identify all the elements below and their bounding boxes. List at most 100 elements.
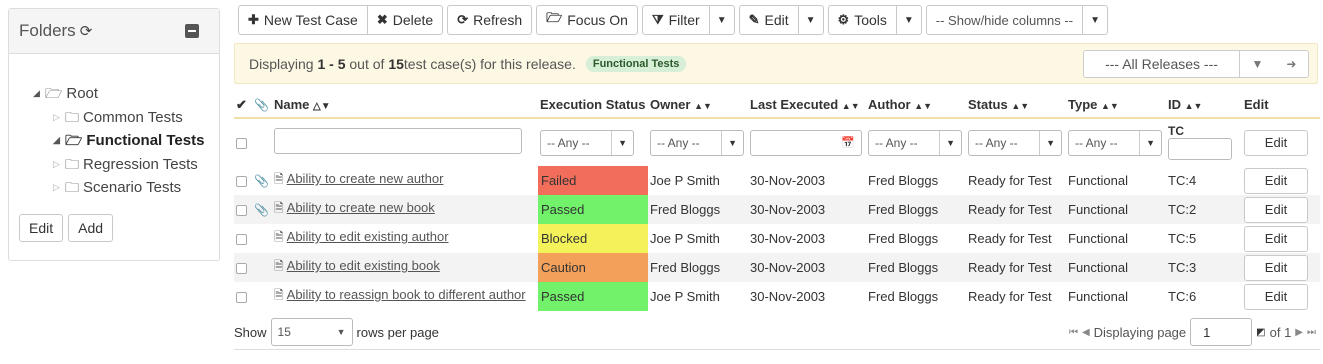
column-header-owner[interactable]: Owner ▲▼ [648, 92, 748, 119]
table-row[interactable]: 📎 🗎 Ability to create new book Passed Fred B… [234, 195, 1320, 224]
attachment-icon[interactable]: 📎 [254, 203, 269, 217]
caret-down-icon[interactable]: ◢ [53, 129, 65, 153]
table-row[interactable]: 🗎 Ability to reassign book to different a… [234, 282, 1320, 311]
row-edit-button[interactable]: Edit [1244, 167, 1308, 194]
execution-status-cell: Blocked [538, 224, 648, 253]
test-case-grid: ✔ 📎 Name △▼ Execution Status Owner ▲▼ La… [234, 92, 1320, 311]
caret-right-icon[interactable]: ▷ [53, 153, 65, 177]
rows-per-page-select[interactable]: 15 ▼ [270, 318, 353, 346]
first-page-icon[interactable]: ⏮ [1069, 327, 1078, 338]
edit-dropdown-button[interactable]: ▼ [797, 5, 824, 35]
test-case-table: ✔ 📎 Name △▼ Execution Status Owner ▲▼ La… [234, 92, 1320, 311]
refresh-folders-icon[interactable]: ⟳ [80, 22, 93, 40]
chevron-down-icon[interactable]: ▼ [1252, 57, 1264, 71]
go-page-icon[interactable]: ◩ [1256, 327, 1265, 338]
row-checkbox[interactable] [236, 263, 247, 275]
row-edit-button[interactable]: Edit [1244, 283, 1308, 310]
column-header-name[interactable]: Name △▼ [272, 92, 538, 119]
tree-item-functional-tests[interactable]: ◢ 🗁 Functional Tests [33, 129, 219, 153]
table-row[interactable]: 🗎 Ability to edit existing author Blocked J… [234, 224, 1320, 253]
attachment-icon[interactable]: 📎 [254, 174, 269, 188]
caret-right-icon[interactable]: ▷ [53, 106, 65, 130]
filter-icon: ⧩ [651, 12, 664, 27]
edit-folder-button[interactable]: Edit [19, 213, 64, 242]
select-all-check-icon[interactable]: ✔ [234, 92, 252, 119]
filter-value: -- Any -- [975, 135, 1018, 150]
focus-on-button[interactable]: 🗁 Focus On [536, 5, 638, 35]
release-select[interactable]: --- All Releases --- ▼ ➜ [1083, 50, 1309, 78]
column-header-author[interactable]: Author ▲▼ [866, 92, 966, 119]
column-header-id[interactable]: ID ▲▼ [1166, 92, 1242, 119]
sort-icon[interactable]: ▲▼ [1185, 101, 1203, 111]
folders-title: Folders ⟳ [19, 21, 92, 41]
test-case-name-link[interactable]: Ability to create new author [287, 171, 444, 186]
test-case-icon: 🗎 [274, 201, 284, 215]
row-checkbox[interactable] [236, 176, 247, 188]
page-number-input[interactable]: 1 [1190, 318, 1253, 346]
test-case-name-link[interactable]: Ability to edit existing book [287, 258, 440, 273]
tree-item-root[interactable]: ◢ 🗁 Root [33, 82, 219, 106]
row-edit-button[interactable]: Edit [1244, 225, 1308, 252]
tools-button[interactable]: ⚙ Tools [827, 5, 897, 35]
tree-item-regression-tests[interactable]: ▷ 🗀 Regression Tests [33, 153, 219, 177]
show-hide-columns-select[interactable]: -- Show/hide columns -- [925, 5, 1084, 35]
tree-item-common-tests[interactable]: ▷ 🗀 Common Tests [33, 106, 219, 130]
calendar-icon[interactable]: 📅 [841, 136, 855, 149]
info-total: 15 [388, 55, 404, 72]
refresh-button[interactable]: ⟳ Refresh [447, 5, 533, 35]
id-filter-input[interactable] [1168, 138, 1232, 160]
filter-edit-button[interactable]: Edit [1244, 129, 1308, 156]
rows-per-page-label: rows per page [356, 324, 439, 340]
arrow-right-icon[interactable]: ➜ [1286, 57, 1296, 71]
previous-page-icon[interactable]: ◀ [1082, 327, 1090, 338]
column-header-status[interactable]: Status ▲▼ [966, 92, 1066, 119]
test-case-name-link[interactable]: Ability to edit existing author [287, 229, 449, 244]
sort-icon[interactable]: ▲▼ [914, 101, 932, 111]
folder-tree: ◢ 🗁 Root ▷ 🗀 Common Tests ◢ 🗁 Functional… [9, 54, 219, 200]
author-filter-select[interactable]: -- Any -- ▼ [868, 129, 962, 156]
row-edit-button[interactable]: Edit [1244, 196, 1308, 223]
row-checkbox[interactable] [236, 205, 247, 217]
next-page-icon[interactable]: ▶ [1295, 327, 1303, 338]
execution-status-filter-select[interactable]: -- Any -- ▼ [540, 129, 634, 156]
tools-dropdown-button[interactable]: ▼ [895, 5, 922, 35]
header-label: Last Executed [750, 97, 839, 112]
filter-button[interactable]: ⧩ Filter [641, 5, 710, 35]
status-filter-select[interactable]: -- Any -- ▼ [968, 129, 1062, 156]
test-case-name-link[interactable]: Ability to reassign book to different au… [287, 287, 526, 302]
caret-right-icon[interactable]: ▷ [53, 176, 65, 200]
collapse-panel-icon[interactable] [185, 24, 199, 38]
sort-icon[interactable]: △▼ [313, 101, 331, 112]
release-select-value[interactable]: --- All Releases --- [1084, 51, 1240, 77]
name-filter-input[interactable] [274, 128, 522, 154]
table-row[interactable]: 🗎 Ability to edit existing book Caution Fre… [234, 253, 1320, 282]
sort-icon[interactable]: ▲▼ [694, 101, 712, 111]
new-test-case-button[interactable]: ✚ New Test Case [238, 5, 368, 35]
columns-dropdown-button[interactable]: ▼ [1082, 5, 1108, 35]
row-checkbox[interactable] [236, 234, 247, 246]
sort-icon[interactable]: ▲▼ [842, 101, 860, 111]
column-header-last-executed[interactable]: Last Executed ▲▼ [748, 92, 866, 119]
delete-button[interactable]: ✖ Delete [366, 5, 444, 35]
last-executed-cell: 30-Nov-2003 [750, 289, 826, 304]
filter-dropdown-button[interactable]: ▼ [708, 5, 735, 35]
type-filter-select[interactable]: -- Any -- ▼ [1068, 129, 1162, 156]
status-cell: Ready for Test [968, 289, 1052, 304]
sort-icon[interactable]: ▲▼ [1011, 101, 1029, 111]
add-folder-button[interactable]: Add [68, 213, 114, 242]
table-row[interactable]: 📎 🗎 Ability to create new author Failed Joe … [234, 166, 1320, 195]
id-cell: TC:3 [1166, 253, 1242, 282]
owner-filter-select[interactable]: -- Any -- ▼ [650, 129, 744, 156]
row-checkbox[interactable] [236, 292, 247, 304]
last-executed-filter-input[interactable]: 📅 [750, 129, 862, 156]
column-header-type[interactable]: Type ▲▼ [1066, 92, 1166, 119]
filter-row-checkbox[interactable] [236, 138, 247, 150]
edit-button[interactable]: ✎ Edit [738, 5, 799, 35]
row-edit-button[interactable]: Edit [1244, 254, 1308, 281]
test-case-name-link[interactable]: Ability to create new book [287, 200, 435, 215]
tree-item-scenario-tests[interactable]: ▷ 🗀 Scenario Tests [33, 176, 219, 200]
caret-down-icon[interactable]: ◢ [33, 82, 45, 106]
sort-icon[interactable]: ▲▼ [1101, 101, 1119, 111]
last-page-icon[interactable]: ⏭ [1307, 327, 1316, 338]
column-header-execution-status[interactable]: Execution Status [538, 92, 648, 119]
